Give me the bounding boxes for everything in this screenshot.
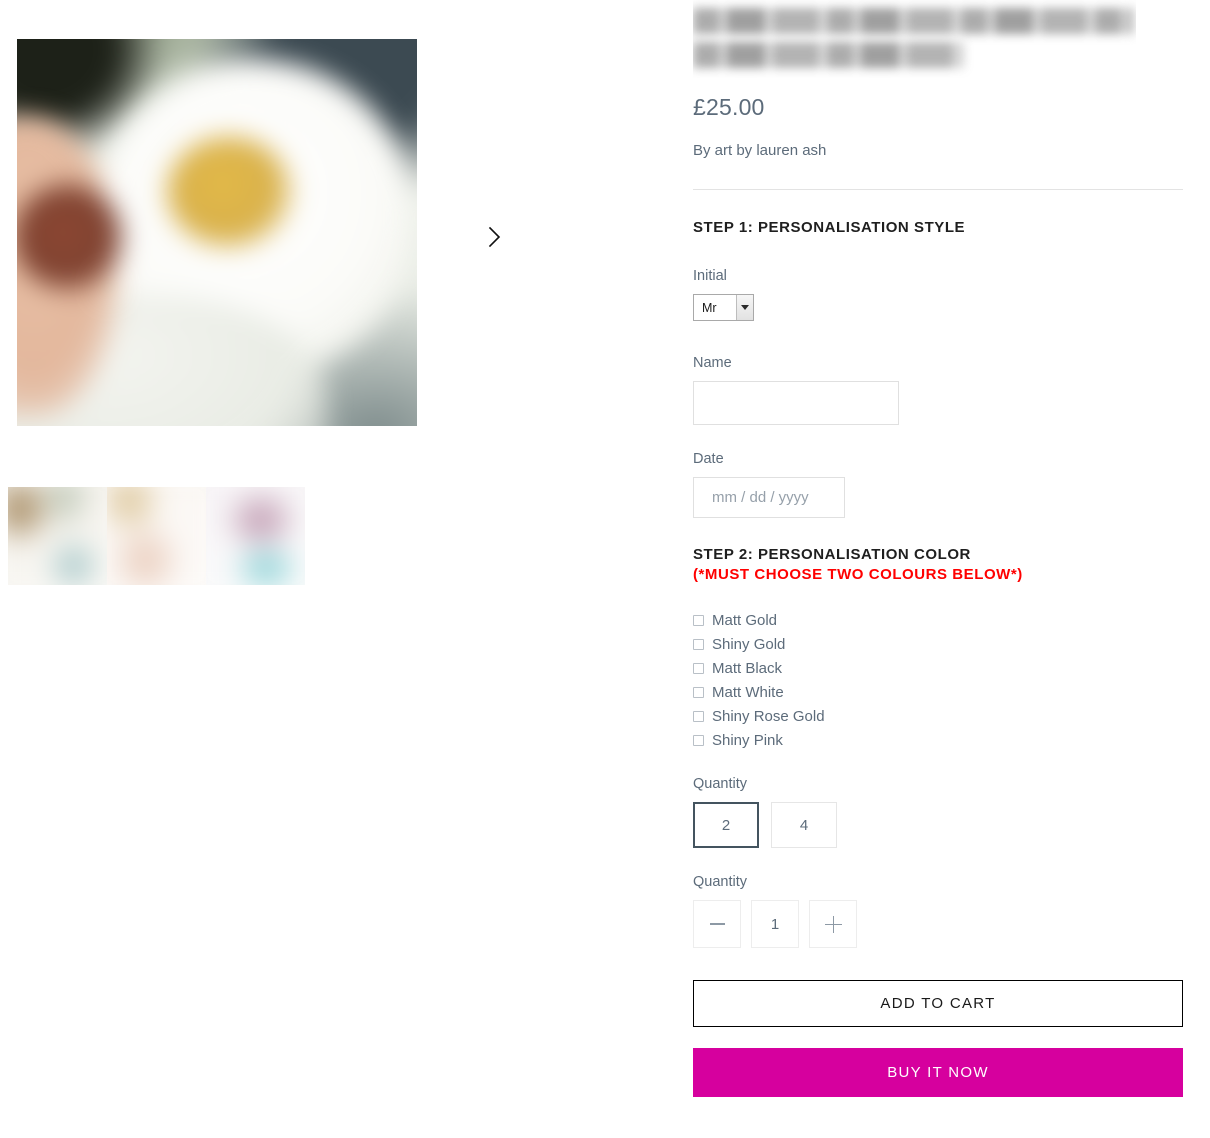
quantity-stepper-label: Quantity <box>693 874 747 891</box>
product-gallery <box>0 0 690 1138</box>
minus-icon <box>709 923 725 925</box>
next-image-button[interactable] <box>480 222 510 252</box>
quantity-decrement-button[interactable] <box>693 900 741 949</box>
quantity-value: 1 <box>770 915 780 933</box>
product-info: £25.00 By art by lauren ash STEP 1: PERS… <box>693 0 1183 1098</box>
product-title-line-1 <box>693 8 1133 34</box>
color-option-matt-gold[interactable]: Matt Gold <box>693 608 1183 632</box>
quantity-variant-options: 2 4 <box>693 802 1183 849</box>
name-input[interactable] <box>693 381 899 426</box>
checkbox-icon[interactable] <box>693 710 704 722</box>
color-option-label: Shiny Rose Gold <box>712 707 825 725</box>
color-option-shiny-rose-gold[interactable]: Shiny Rose Gold <box>693 704 1183 728</box>
initial-label: Initial <box>693 268 727 285</box>
plus-icon <box>824 915 842 933</box>
product-vendor: By art by lauren ash <box>693 141 827 159</box>
color-option-label: Matt Gold <box>712 611 778 629</box>
color-option-matt-black[interactable]: Matt Black <box>693 656 1183 680</box>
color-option-shiny-pink[interactable]: Shiny Pink <box>693 728 1183 752</box>
product-title <box>693 0 1136 78</box>
initial-select[interactable]: Mr <box>693 294 754 322</box>
thumbnail-1-image <box>8 487 107 585</box>
quantity-variant-section: Quantity 2 4 <box>693 752 1183 849</box>
checkbox-icon[interactable] <box>693 686 704 698</box>
checkbox-icon[interactable] <box>693 638 704 650</box>
chevron-down-icon[interactable] <box>736 295 753 321</box>
name-field: Name <box>693 326 1183 426</box>
color-option-label: Matt White <box>712 683 784 701</box>
image-subject <box>17 39 417 426</box>
step-2-section: STEP 2: PERSONALISATION COLOR (*MUST CHO… <box>693 518 1183 583</box>
quantity-value-box[interactable]: 1 <box>751 900 799 949</box>
gold-disc-shape <box>167 136 292 247</box>
quantity-stepper-section: Quantity 1 <box>693 848 1183 949</box>
buy-it-now-button[interactable]: BUY IT NOW <box>693 1048 1183 1098</box>
purchase-actions: ADD TO CART BUY IT NOW <box>693 948 1183 1098</box>
quantity-stepper: 1 <box>693 900 1183 949</box>
name-label: Name <box>693 355 732 372</box>
product-title-line-2 <box>693 42 963 68</box>
quantity-variant-label: Quantity <box>693 776 747 793</box>
initial-field: Initial Mr <box>693 236 1183 326</box>
thumbnail-3-image <box>206 487 305 585</box>
date-input[interactable] <box>693 477 845 519</box>
product-price: £25.00 <box>693 94 765 120</box>
checkbox-icon[interactable] <box>693 734 704 746</box>
main-image-container <box>17 39 417 426</box>
product-page: £25.00 By art by lauren ash STEP 1: PERS… <box>0 0 1210 1138</box>
color-option-label: Matt Black <box>712 659 783 677</box>
checkbox-icon[interactable] <box>693 662 704 674</box>
color-option-label: Shiny Gold <box>712 635 786 653</box>
color-option-shiny-gold[interactable]: Shiny Gold <box>693 632 1183 656</box>
thumbnail-strip[interactable] <box>8 487 305 585</box>
color-option-label: Shiny Pink <box>712 731 783 749</box>
chevron-right-icon <box>487 226 503 248</box>
thumbnail-1[interactable] <box>8 487 107 585</box>
date-field: Date <box>693 425 1183 519</box>
date-label: Date <box>693 451 724 468</box>
quantity-variant-option-4[interactable]: 4 <box>771 802 837 849</box>
quantity-variant-option-2[interactable]: 2 <box>693 802 759 849</box>
quantity-increment-button[interactable] <box>809 900 857 949</box>
initial-select-value: Mr <box>702 300 717 315</box>
add-to-cart-button[interactable]: ADD TO CART <box>693 980 1183 1028</box>
checkbox-icon[interactable] <box>693 614 704 626</box>
thumbnail-2[interactable] <box>107 487 206 585</box>
step-2-warning: (*MUST CHOOSE TWO COLOURS BELOW*) <box>693 566 1023 584</box>
thumbnail-3[interactable] <box>206 487 305 585</box>
step-1-heading: STEP 1: PERSONALISATION STYLE <box>693 219 966 237</box>
color-options-list: Matt Gold Shiny Gold Matt Black Matt Whi… <box>693 583 1183 752</box>
product-main-image[interactable] <box>17 39 417 426</box>
thumbnail-2-image <box>107 487 206 585</box>
color-option-matt-white[interactable]: Matt White <box>693 680 1183 704</box>
hand-shape <box>17 184 123 291</box>
step-2-heading: STEP 2: PERSONALISATION COLOR <box>693 546 971 564</box>
